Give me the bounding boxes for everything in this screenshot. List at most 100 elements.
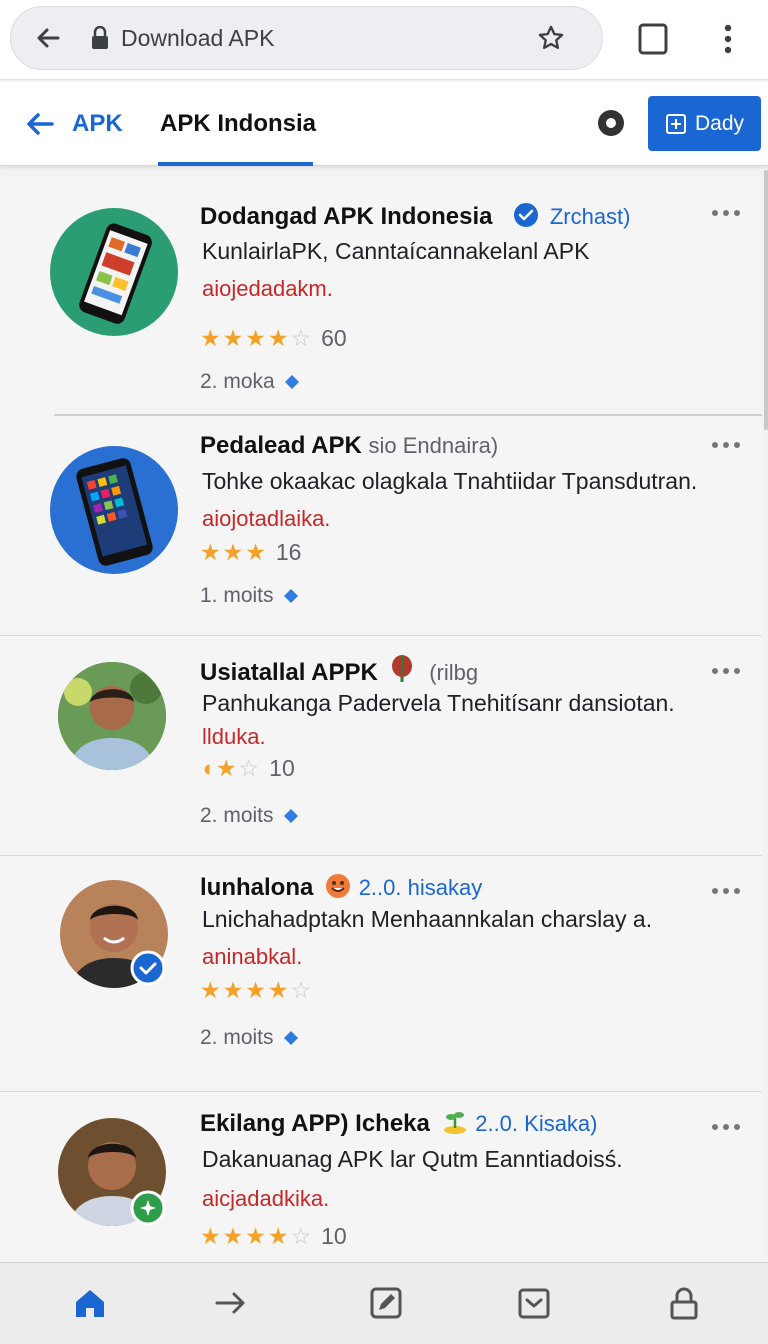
app-description: Lnichahadptakn Menhaannkalan charslay a. [202, 906, 653, 932]
list-item[interactable]: lunhalona 2..0. hisakay Lnichahadptakn M… [0, 856, 762, 1092]
star-empty-icon: ☆ [238, 754, 260, 781]
app-name: Dodangad APK Indonesia [200, 203, 493, 230]
sprout-icon [443, 1112, 466, 1134]
time-text: 1. moits [200, 584, 274, 607]
diamond-icon [284, 375, 299, 389]
app-title[interactable]: lunhalona 2..0. hisakay [200, 872, 482, 902]
app-description: KunlairlaPK, Canntaícannakelanl APK [202, 238, 590, 264]
star-half-icon: ★ [267, 976, 289, 1003]
phone-icon [50, 208, 178, 336]
list-item[interactable]: Usiatallal APPK (rilbg Panhukanga Paderv… [0, 636, 762, 856]
star-empty-icon: ☆ [290, 976, 312, 1003]
star-icon: ★ [245, 324, 266, 351]
forward-arrow-icon[interactable] [211, 1283, 251, 1323]
app-meta: (rilbg [429, 660, 479, 685]
rating-count: 10 [321, 1222, 347, 1249]
edit-icon[interactable] [366, 1283, 406, 1323]
list-item[interactable]: Ekilang APP) Icheka 2..0. Kisaka) Dakanu… [0, 1092, 762, 1262]
star-rating: ★ ★ ★ ★ ☆ [200, 976, 311, 1004]
more-horiz-icon[interactable] [710, 666, 742, 676]
app-title[interactable]: Usiatallal APPK (rilbg [200, 654, 478, 687]
star-rating: ★ ★ ★ 16 [200, 538, 301, 566]
time-label: 2. moits [200, 1026, 298, 1050]
star-icon: ★ [215, 754, 237, 781]
app-bar: APK APK Indonsia Dady [0, 82, 768, 166]
star-icon: ★ [200, 324, 221, 351]
star-half-icon: ◖ [200, 754, 214, 781]
back-arrow-icon[interactable] [24, 108, 56, 140]
time-label: 2. moits [200, 804, 298, 828]
record-icon[interactable] [597, 109, 625, 137]
star-icon: ★ [245, 976, 266, 1003]
app-title[interactable]: Dodangad APK Indonesia Zrchast) [200, 202, 631, 231]
avatar-wrapper [60, 880, 168, 988]
add-box-icon [665, 113, 686, 134]
more-horiz-icon[interactable] [710, 1122, 742, 1132]
star-rating: ★ ★ ★ ★ ☆ 10 [200, 1222, 347, 1250]
star-icon: ★ [200, 1222, 221, 1249]
app-description: Panhukanga Padervela Tnehitísanr dansiot… [202, 690, 675, 716]
app-tag: aiojedadakm. [202, 276, 333, 301]
scrollbar[interactable] [764, 170, 768, 430]
inbox-icon[interactable] [514, 1283, 554, 1323]
tab-title[interactable]: APK Indonsia [160, 110, 316, 138]
star-icon: ★ [245, 538, 266, 565]
star-icon: ★ [222, 324, 244, 351]
diamond-icon [283, 1031, 298, 1045]
app-tag: llduka. [202, 724, 266, 749]
star-empty-icon: ☆ [290, 324, 312, 351]
time-text: 2. moits [200, 1026, 274, 1049]
app-description: Tohke okaakac olagkala Tnahtiidar Tpansd… [202, 468, 698, 494]
star-icon: ★ [200, 976, 221, 1003]
star-icon: ★ [200, 538, 221, 565]
star-icon: ★ [222, 538, 244, 565]
time-label: 1. moits [200, 584, 298, 608]
app-name: Pedalead APK [200, 432, 362, 459]
lock-icon[interactable] [664, 1283, 704, 1323]
more-horiz-icon[interactable] [710, 440, 742, 450]
lock-icon [91, 25, 113, 51]
bookmark-star-icon[interactable] [534, 21, 568, 55]
leaf-icon [391, 655, 412, 682]
app-meta: sio Endnaira) [368, 433, 499, 458]
more-vert-icon[interactable] [716, 20, 740, 58]
star-empty-icon: ☆ [290, 1222, 312, 1249]
sprout-badge-icon [130, 1190, 166, 1226]
app-tag: aicjadadkika. [202, 1186, 330, 1211]
dady-button[interactable]: Dady [648, 96, 761, 151]
star-half-icon: ★ [267, 1222, 289, 1249]
rating-count: 10 [269, 754, 295, 781]
more-horiz-icon[interactable] [710, 208, 742, 218]
tab-indicator [158, 162, 313, 166]
star-half-icon: ★ [267, 324, 289, 351]
list-item[interactable]: Dodangad APK Indonesia Zrchast) Kunlairl… [0, 176, 762, 416]
diamond-icon [283, 809, 298, 823]
rating-count: 16 [275, 538, 302, 565]
app-meta: Zrchast) [549, 204, 631, 229]
url-text[interactable]: Download APK [121, 25, 534, 52]
dady-button-label: Dady [694, 111, 745, 135]
time-label: 2. moka [200, 370, 299, 394]
time-text: 2. moka [200, 370, 275, 393]
more-horiz-icon[interactable] [710, 886, 742, 896]
app-title[interactable]: Pedalead APK sio Endnaira) [200, 432, 498, 460]
home-icon[interactable] [70, 1283, 110, 1323]
star-icon: ★ [222, 1222, 244, 1249]
avatar-wrapper [58, 1118, 168, 1228]
rating-count: 60 [321, 324, 347, 351]
phone-icon [50, 446, 178, 574]
address-bar[interactable]: Download APK [10, 6, 603, 70]
app-name: Usiatallal APPK [200, 659, 378, 686]
tabs-icon[interactable] [636, 22, 670, 56]
browser-back-icon[interactable] [29, 19, 67, 57]
verified-icon [130, 950, 166, 986]
back-label[interactable]: APK [72, 110, 123, 138]
app-meta: 2..0. hisakay [358, 875, 483, 900]
star-icon: ★ [222, 976, 244, 1003]
star-rating: ★ ★ ★ ★ ☆ 60 [200, 324, 347, 352]
person-avatar [58, 662, 166, 770]
star-rating: ◖ ★ ☆ 10 [200, 754, 295, 782]
app-title[interactable]: Ekilang APP) Icheka 2..0. Kisaka) [200, 1108, 598, 1138]
browser-toolbar: Download APK [0, 0, 768, 80]
list-item[interactable]: Pedalead APK sio Endnaira) Tohke okaakac… [0, 416, 762, 636]
